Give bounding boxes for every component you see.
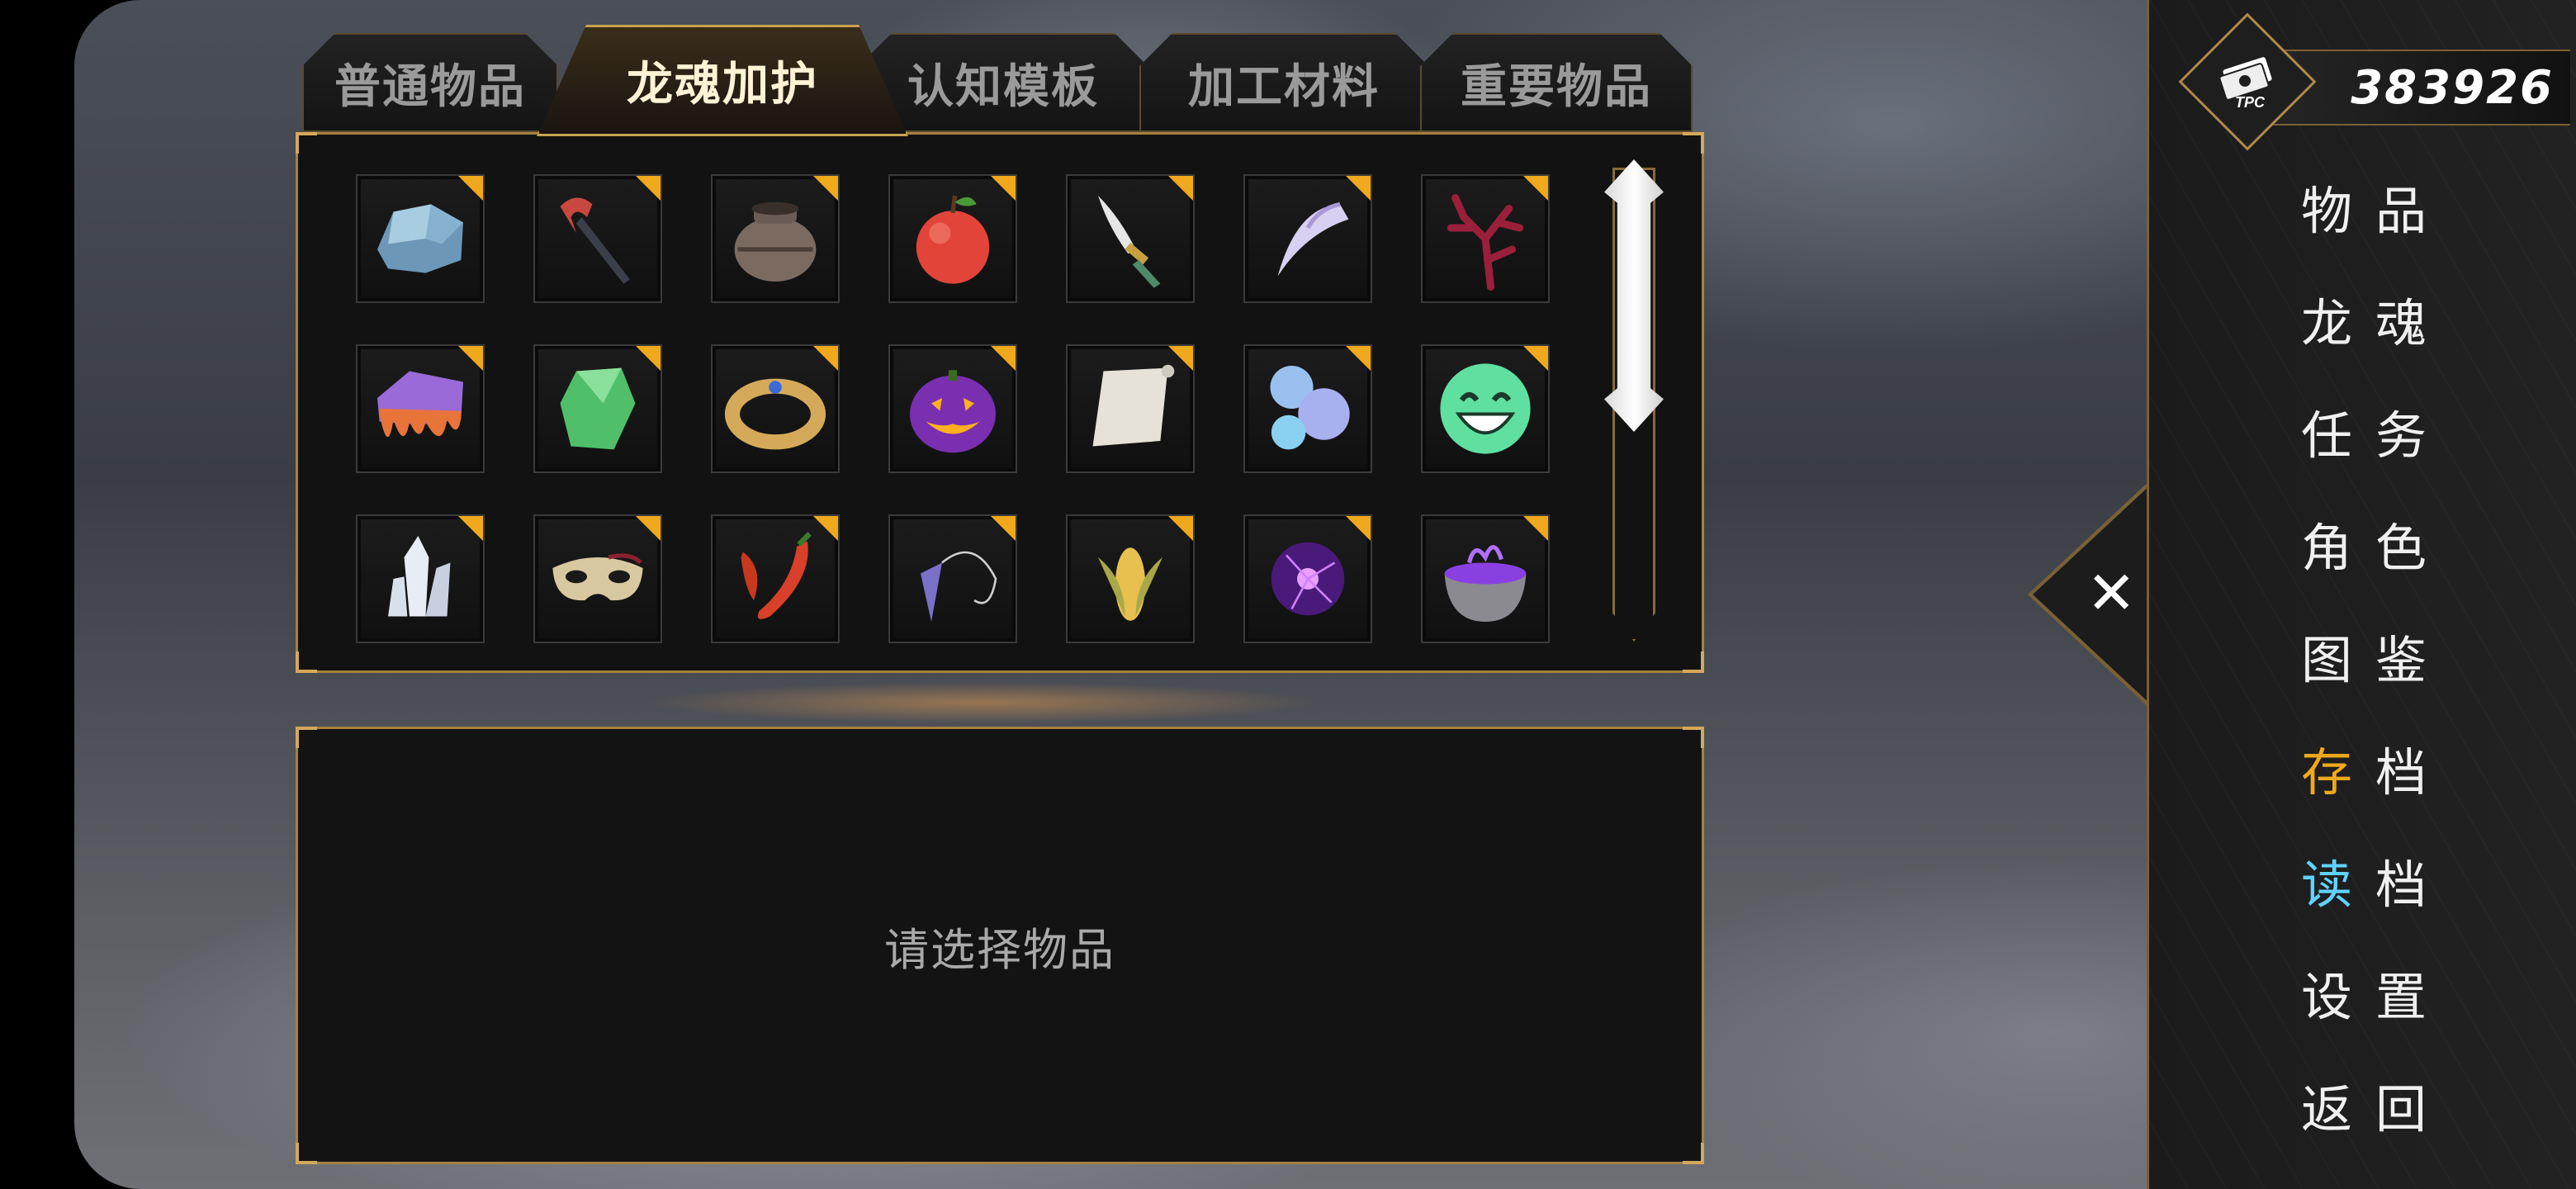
currency-display: TPC 383926 xyxy=(2178,12,2570,151)
tab-processing-materials[interactable]: 加工材料 xyxy=(1139,33,1428,132)
description-placeholder: 请选择物品 xyxy=(884,923,1115,976)
item-slot[interactable] xyxy=(711,174,840,303)
item-slot[interactable] xyxy=(1421,174,1550,303)
item-slot[interactable] xyxy=(711,514,840,643)
item-grid-panel xyxy=(296,132,1704,673)
tab-important-items[interactable]: 重要物品 xyxy=(1420,33,1693,132)
item-slot[interactable] xyxy=(1421,344,1550,473)
currency-value: 383926 xyxy=(2351,61,2554,115)
pendulum-icon xyxy=(921,551,997,622)
quartz-crystal-icon xyxy=(388,536,451,617)
item-slot[interactable] xyxy=(1243,514,1372,643)
clay-pot-icon xyxy=(734,201,817,282)
item-slot[interactable] xyxy=(1243,174,1372,303)
jack-o-lantern-icon xyxy=(910,370,996,453)
green-gem-icon xyxy=(560,367,636,450)
close-icon[interactable]: ✕ xyxy=(2086,563,2136,623)
currency-label: TPC xyxy=(2235,94,2266,111)
tab-label: 加工材料 xyxy=(1188,59,1380,114)
item-slot[interactable] xyxy=(356,174,485,303)
tab-dragon-soul-blessing[interactable]: 龙魂加护 xyxy=(537,25,908,136)
slime-ore-icon xyxy=(377,371,463,438)
menu-item-save[interactable]: 存档 xyxy=(2149,722,2576,813)
tab-cognition-template[interactable]: 认知模板 xyxy=(859,33,1148,132)
menu-item-encyclopedia[interactable]: 图鉴 xyxy=(2149,610,2576,701)
item-slot[interactable] xyxy=(356,514,485,643)
item-slot[interactable] xyxy=(533,174,662,303)
red-hook-icon xyxy=(560,197,630,284)
masquerade-mask-icon xyxy=(552,553,643,601)
item-slot[interactable] xyxy=(711,344,840,473)
gold-bracelet-icon xyxy=(724,378,826,450)
item-slot[interactable] xyxy=(1243,344,1372,473)
menu-item-settings[interactable]: 设置 xyxy=(2149,947,2576,1038)
item-slot[interactable] xyxy=(888,514,1017,643)
side-menu: TPC 383926 物品 龙魂 任务 角色 图鉴 存档 读档 设置 返回 xyxy=(2147,0,2576,1189)
item-slot[interactable] xyxy=(1421,514,1550,643)
grinning-face-icon xyxy=(1440,363,1531,454)
chili-pepper-icon xyxy=(741,532,812,619)
item-slot[interactable] xyxy=(356,344,485,473)
coral-icon xyxy=(1447,194,1524,291)
menu-item-tasks[interactable]: 任务 xyxy=(2149,386,2576,476)
menu-item-items[interactable]: 物品 xyxy=(2149,161,2576,252)
apple-icon xyxy=(916,195,990,284)
tpc-cash-icon: TPC xyxy=(2218,57,2272,111)
item-slot[interactable] xyxy=(1066,174,1195,303)
tab-label: 重要物品 xyxy=(1461,59,1652,114)
item-slot[interactable] xyxy=(1066,514,1195,643)
item-slot[interactable] xyxy=(1066,344,1195,473)
item-slot[interactable] xyxy=(533,344,662,473)
item-slot[interactable] xyxy=(533,514,662,643)
bubble-icon xyxy=(1270,366,1350,450)
menu-item-characters[interactable]: 角色 xyxy=(2149,498,2576,589)
item-slot[interactable] xyxy=(888,344,1017,473)
tab-label: 认知模板 xyxy=(907,59,1099,114)
cauldron-icon xyxy=(1444,545,1527,622)
menu-item-return[interactable]: 返回 xyxy=(2149,1059,2576,1150)
corn-icon xyxy=(1098,547,1163,621)
menu-item-dragon-soul[interactable]: 龙魂 xyxy=(2149,273,2576,364)
item-slot[interactable] xyxy=(888,174,1017,303)
dagger-icon xyxy=(1098,196,1161,288)
fang-icon xyxy=(1277,201,1349,277)
item-description-panel: 请选择物品 xyxy=(296,727,1704,1164)
tab-normal-items[interactable]: 普通物品 xyxy=(302,33,558,132)
scroll-icon xyxy=(1092,364,1175,447)
tab-label: 普通物品 xyxy=(334,59,526,114)
tab-label: 龙魂加护 xyxy=(627,58,818,111)
crystal-ore-icon xyxy=(377,204,463,273)
plasma-ball-icon xyxy=(1271,542,1345,616)
panel-divider-glow xyxy=(644,682,1321,723)
menu-item-load[interactable]: 读档 xyxy=(2149,835,2576,926)
